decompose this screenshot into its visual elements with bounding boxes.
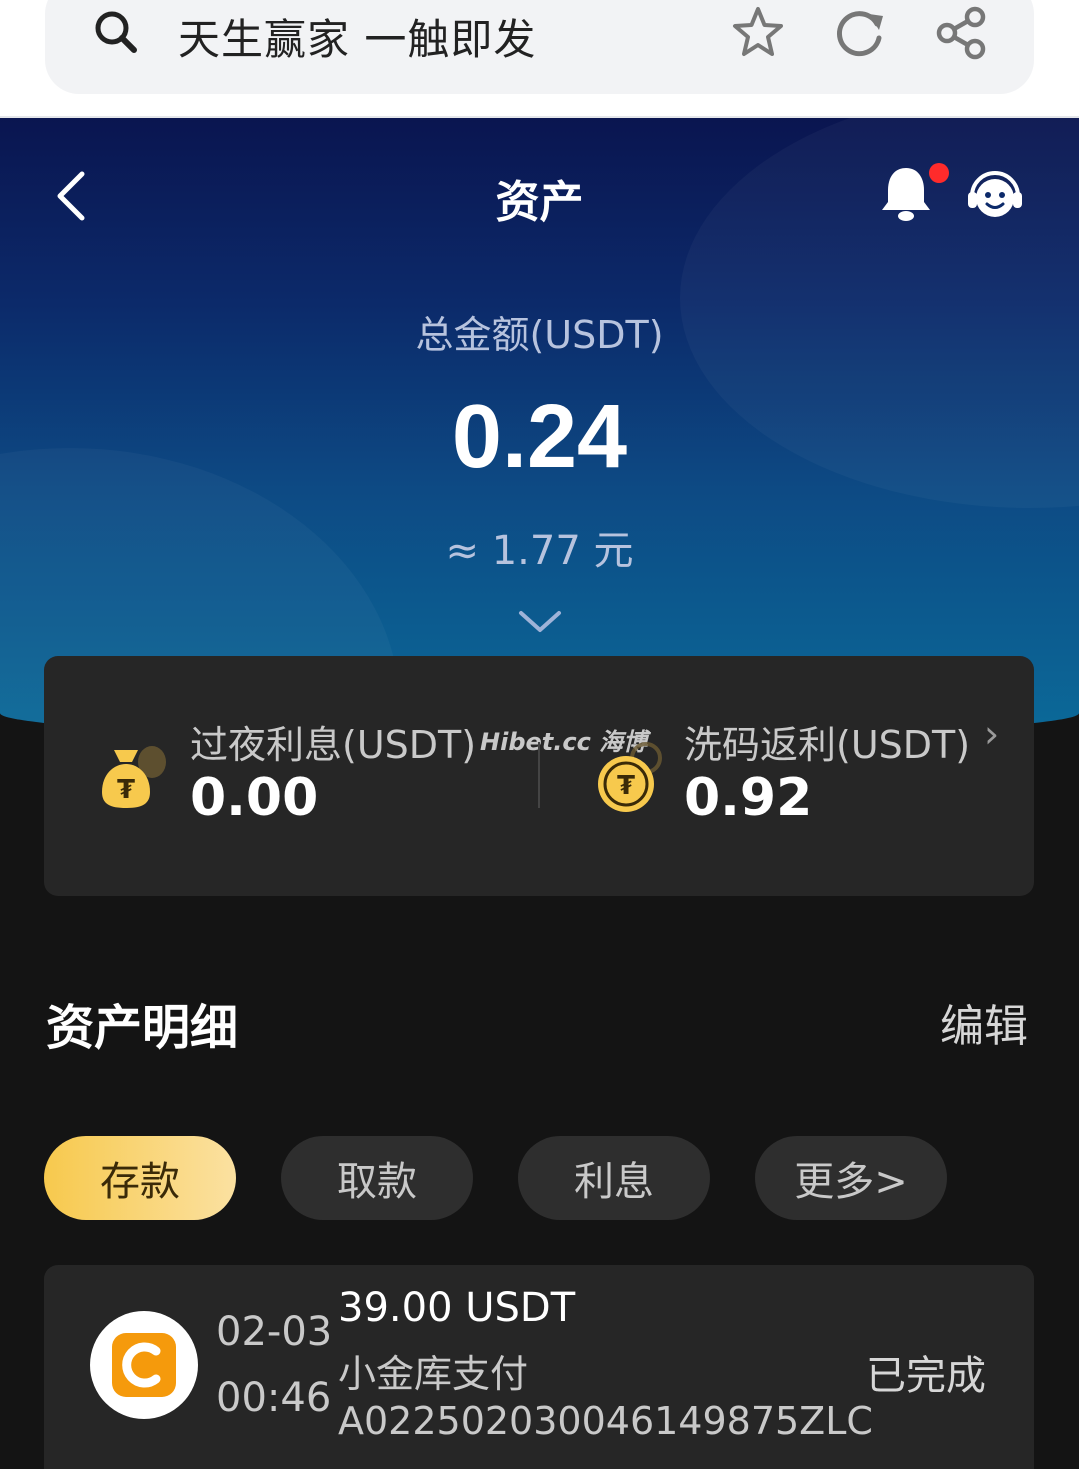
transaction-time: 00:46 xyxy=(216,1375,332,1421)
assets-hero: 资产 总金额(USDT) 0.24 ≈ 1.77 元 xyxy=(0,118,1079,738)
chevron-right-icon[interactable]: › xyxy=(984,712,999,756)
tab-deposit[interactable]: 存款 xyxy=(44,1136,236,1220)
tab-withdraw[interactable]: 取款 xyxy=(281,1136,473,1220)
star-icon[interactable] xyxy=(729,4,787,62)
payment-logo xyxy=(90,1311,198,1419)
transaction-method: 小金库支付 xyxy=(338,1352,529,1396)
total-amount-label: 总金额(USDT) xyxy=(415,313,664,357)
search-icon[interactable] xyxy=(92,8,140,56)
svg-text:₮: ₮ xyxy=(617,771,635,801)
browser-top-bar: 天生赢家 一触即发 xyxy=(0,0,1079,118)
transaction-amount: 39.00 USDT xyxy=(338,1285,576,1331)
money-bag-icon: ₮ xyxy=(102,746,166,808)
transaction-row[interactable]: 02-03 00:46 39.00 USDT 小金库支付 A0225020300… xyxy=(44,1265,1034,1469)
approx-cny-value: ≈ 1.77 元 xyxy=(445,528,634,574)
customer-service-icon[interactable] xyxy=(964,164,1026,226)
address-text[interactable]: 天生赢家 一触即发 xyxy=(178,6,536,67)
transaction-date: 02-03 xyxy=(216,1309,333,1355)
overnight-interest-label[interactable]: 过夜利息(USDT) xyxy=(190,714,476,769)
balance-card: ₮ 过夜利息(USDT) 0.00 Hibet.cc 海博 ₮ 洗码返利(USD… xyxy=(44,656,1034,896)
card-divider xyxy=(538,742,540,808)
transaction-id: A022502030046149875ZLC xyxy=(338,1399,873,1443)
notification-bell-icon[interactable] xyxy=(876,162,936,224)
transaction-status: 已完成 xyxy=(866,1353,986,1399)
tab-interest[interactable]: 利息 xyxy=(518,1136,710,1220)
share-icon[interactable] xyxy=(933,4,991,62)
tab-more[interactable]: 更多> xyxy=(755,1136,947,1220)
rebate-value: 0.92 xyxy=(684,768,813,828)
payment-logo-icon xyxy=(112,1333,176,1397)
refresh-icon[interactable] xyxy=(831,4,889,62)
chevron-down-icon[interactable] xyxy=(517,608,563,636)
asset-details-title: 资产明细 xyxy=(46,1000,239,1056)
rebate-label[interactable]: 洗码返利(USDT) xyxy=(684,714,970,769)
notification-dot xyxy=(929,163,949,183)
overnight-interest-value: 0.00 xyxy=(190,768,319,828)
usdt-coin-icon: ₮ xyxy=(598,742,662,812)
total-amount-value: 0.24 xyxy=(451,387,628,487)
edit-button[interactable]: 编辑 xyxy=(940,990,1028,1054)
svg-text:₮: ₮ xyxy=(117,775,135,805)
